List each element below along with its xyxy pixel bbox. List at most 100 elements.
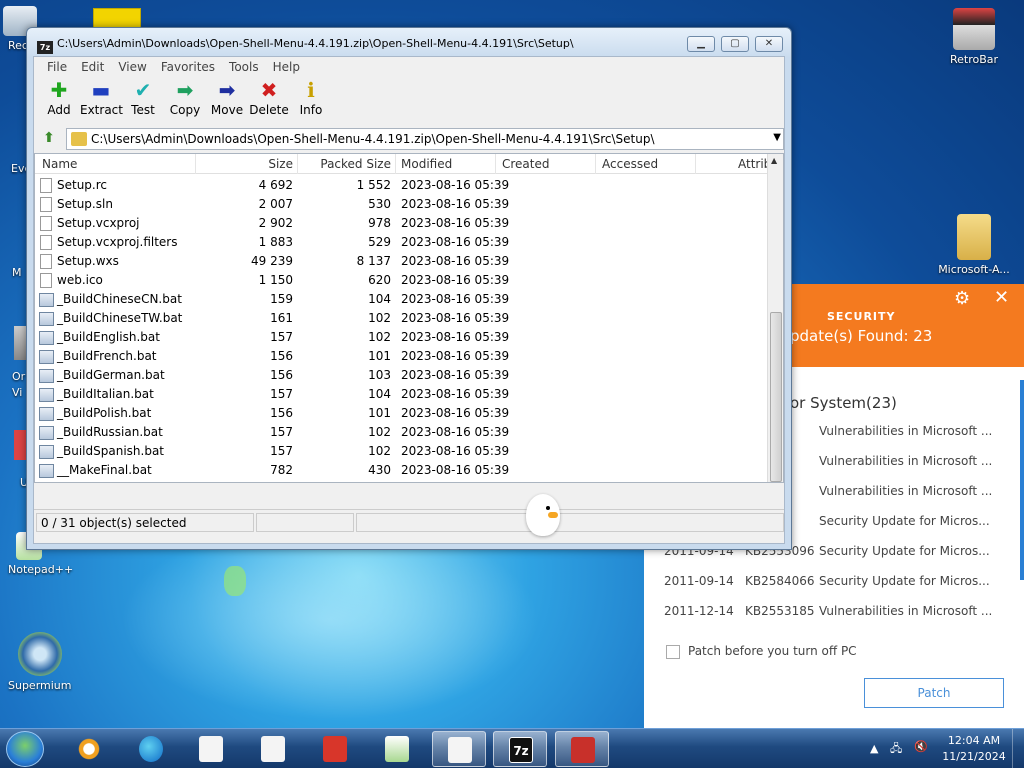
show-desktop-button[interactable]: [1012, 729, 1024, 768]
table-row[interactable]: Setup.vcxproj 2 902 978 2023-08-16 05:39: [35, 214, 769, 233]
close-icon[interactable]: ✕: [994, 287, 1009, 308]
patch-button[interactable]: Patch: [864, 678, 1004, 708]
extract-button[interactable]: ▬ Extract: [80, 77, 123, 123]
taskbar-file-active[interactable]: [432, 731, 486, 767]
taskbar-toolbox[interactable]: [555, 731, 609, 767]
desktop-icon-supermium[interactable]: Supermium: [2, 632, 78, 692]
update-description: Vulnerabilities in Microsoft ...: [819, 424, 993, 438]
column-header-modified[interactable]: Modified: [401, 157, 452, 171]
menu-item-edit[interactable]: Edit: [74, 57, 111, 76]
table-row[interactable]: _BuildSpanish.bat 157 102 2023-08-16 05:39: [35, 442, 769, 461]
table-row[interactable]: __MakeFinal.bat 782 430 2023-08-16 05:39: [35, 461, 769, 480]
file-size: 157: [270, 330, 293, 344]
file-name: _BuildItalian.bat: [57, 387, 154, 401]
file-size: 782: [270, 463, 293, 477]
delete-button[interactable]: ✖ Delete: [248, 77, 290, 123]
column-separator[interactable]: [297, 154, 298, 174]
column-separator[interactable]: [395, 154, 396, 174]
column-header-name[interactable]: Name: [42, 157, 77, 171]
table-row[interactable]: _BuildPolish.bat 156 101 2023-08-16 05:39: [35, 404, 769, 423]
desktop-icon-microsoft[interactable]: Microsoft-A...: [934, 214, 1014, 276]
file-modified: 2023-08-16 05:39: [401, 349, 510, 363]
table-row[interactable]: _BuildChineseTW.bat 161 102 2023-08-16 05:3…: [35, 309, 769, 328]
clock[interactable]: 12:04 AM 11/21/2024: [940, 733, 1008, 765]
folder-icon: [71, 132, 87, 146]
column-header-accessed[interactable]: Accessed: [602, 157, 658, 171]
selection-status: 0 / 31 object(s) selected: [36, 513, 254, 532]
gear-icon[interactable]: ⚙: [954, 288, 970, 309]
security-brand: SECURITY: [827, 310, 896, 323]
file-modified: 2023-08-16 05:39: [401, 273, 510, 287]
tray-expand-icon[interactable]: ▲: [870, 742, 878, 755]
file-name: __MakeFinalAllLanguag...: [57, 482, 206, 483]
table-row[interactable]: web.ico 1 150 620 2023-08-16 05:39: [35, 271, 769, 290]
start-button[interactable]: [6, 731, 44, 767]
menu-item-file[interactable]: File: [40, 57, 74, 76]
scroll-indicator[interactable]: [1020, 380, 1024, 580]
taskbar-notepad[interactable]: [370, 731, 424, 767]
file-modified: 2023-08-16 05:39: [401, 197, 510, 211]
up-arrow-icon[interactable]: ⬆: [40, 130, 58, 148]
toolbar-label: Copy: [169, 103, 201, 117]
test-button[interactable]: ✔ Test: [122, 77, 164, 123]
taskbar-search[interactable]: [62, 731, 116, 767]
file-size: 156: [270, 349, 293, 363]
file-packed-size: 102: [368, 444, 391, 458]
table-row[interactable]: Setup.rc 4 692 1 552 2023-08-16 05:39: [35, 176, 769, 195]
file-packed-size: 103: [368, 368, 391, 382]
update-row[interactable]: 2011-12-14 KB2553185 Vulnerabilities in Mi…: [664, 604, 1004, 624]
desktop-icon-label: M: [12, 266, 22, 279]
menu-item-tools[interactable]: Tools: [222, 57, 266, 76]
column-separator[interactable]: [695, 154, 696, 174]
menu-item-view[interactable]: View: [111, 57, 153, 76]
scroll-thumb[interactable]: [770, 312, 782, 482]
taskbar-file-2[interactable]: [246, 731, 300, 767]
menu-item-help[interactable]: Help: [266, 57, 307, 76]
column-header-packed-size[interactable]: Packed Size: [320, 157, 391, 171]
table-row[interactable]: _BuildRussian.bat 157 102 2023-08-16 05:39: [35, 423, 769, 442]
file-name: _BuildPolish.bat: [57, 406, 152, 420]
update-row[interactable]: 2011-09-14 KB2584066 Security Update for M…: [664, 574, 1004, 594]
column-separator[interactable]: [195, 154, 196, 174]
taskbar-app-red[interactable]: [308, 731, 362, 767]
table-row[interactable]: Setup.sln 2 007 530 2023-08-16 05:39: [35, 195, 769, 214]
column-separator[interactable]: [595, 154, 596, 174]
taskbar-edge[interactable]: [124, 731, 178, 767]
maximize-button[interactable]: ▢: [721, 36, 749, 52]
column-separator[interactable]: [495, 154, 496, 174]
table-row[interactable]: Setup.wxs 49 239 8 137 2023-08-16 05:39: [35, 252, 769, 271]
taskbar-file-1[interactable]: [184, 731, 238, 767]
file-size: 156: [270, 368, 293, 382]
vertical-scrollbar[interactable]: ▲ ▼: [767, 154, 783, 482]
table-row[interactable]: _BuildItalian.bat 157 104 2023-08-16 05:39: [35, 385, 769, 404]
desktop-icon-retrobar[interactable]: RetroBar: [936, 8, 1012, 66]
scroll-up-icon[interactable]: ▲: [771, 156, 777, 165]
file-size: 1 150: [258, 273, 293, 287]
info-button[interactable]: ℹ Info: [290, 77, 332, 123]
address-input[interactable]: C:\Users\Admin\Downloads\Open-Shell-Menu…: [66, 128, 784, 150]
column-header-created[interactable]: Created: [502, 157, 550, 171]
patch-on-shutdown-checkbox[interactable]: [666, 645, 680, 659]
column-header-size[interactable]: Size: [268, 157, 293, 171]
status-pane: [356, 513, 536, 532]
menu-item-favorites[interactable]: Favorites: [154, 57, 222, 76]
batch-file-icon: [39, 407, 54, 421]
add-button[interactable]: ✚ Add: [38, 77, 80, 123]
move-button[interactable]: ➡ Move: [206, 77, 248, 123]
table-row[interactable]: _BuildEnglish.bat 157 102 2023-08-16 05:39: [35, 328, 769, 347]
copy-button[interactable]: ➡ Copy: [164, 77, 206, 123]
table-row[interactable]: _BuildChineseCN.bat 159 104 2023-08-16 05:3…: [35, 290, 769, 309]
table-row[interactable]: __MakeFinalAllLanguag... 1 254 535 2023-08-…: [35, 480, 769, 483]
taskbar-7zip[interactable]: 7z: [493, 731, 547, 767]
network-icon[interactable]: 🖧: [890, 740, 902, 759]
toolbar-label: Add: [47, 103, 71, 117]
minimize-button[interactable]: ▁: [687, 36, 715, 52]
table-row[interactable]: Setup.vcxproj.filters 1 883 529 2023-08-16 …: [35, 233, 769, 252]
chevron-down-icon[interactable]: ▼: [773, 132, 781, 143]
info-icon: ℹ: [307, 78, 315, 102]
volume-muted-icon[interactable]: 🔇: [914, 740, 928, 753]
close-button[interactable]: ✕: [755, 36, 783, 52]
file-packed-size: 1 552: [356, 178, 391, 192]
table-row[interactable]: _BuildGerman.bat 156 103 2023-08-16 05:39: [35, 366, 769, 385]
table-row[interactable]: _BuildFrench.bat 156 101 2023-08-16 05:39: [35, 347, 769, 366]
